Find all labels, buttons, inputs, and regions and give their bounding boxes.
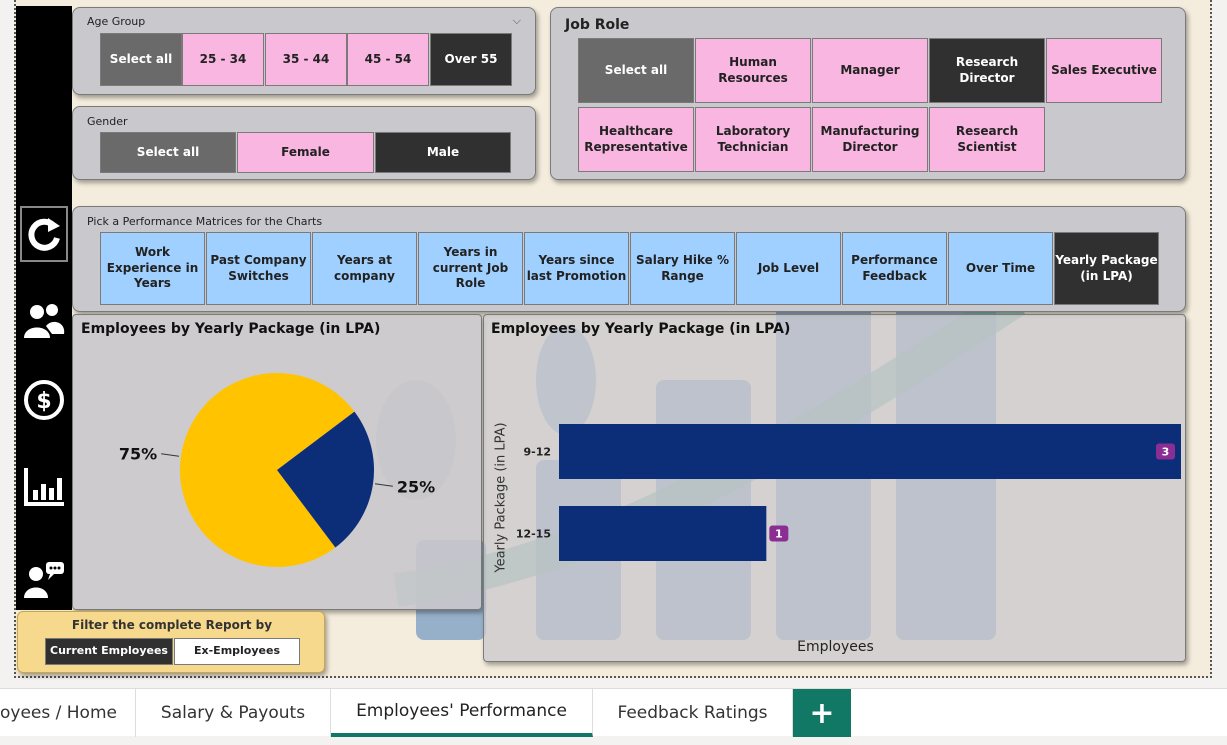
metric-over-time[interactable]: Over Time: [948, 232, 1053, 305]
tab-salary-payouts[interactable]: Salary & Payouts: [136, 689, 331, 737]
age-option-select-all[interactable]: Select all: [100, 33, 182, 86]
left-nav-bar: $: [16, 6, 72, 610]
performance-chart-icon[interactable]: [20, 458, 68, 514]
metric-past-company-switches[interactable]: Past Company Switches: [206, 232, 311, 305]
feedback-icon[interactable]: [20, 550, 68, 606]
tab-employees-home[interactable]: oyees / Home: [0, 689, 136, 737]
job-role-slicer: Job Role Select all Human Resources Mana…: [550, 7, 1186, 180]
bar-value-label-1: 1: [775, 528, 783, 541]
pie-label-0: 75%: [119, 445, 157, 464]
job-option-manager[interactable]: Manager: [812, 38, 928, 103]
refresh-icon[interactable]: [20, 206, 68, 262]
bar-x-axis-label: Employees: [797, 639, 874, 655]
job-option-human-resources[interactable]: Human Resources: [695, 38, 811, 103]
add-page-button[interactable]: +: [793, 689, 851, 737]
pie-leader-line-0: [161, 453, 180, 457]
job-option-research-director[interactable]: Research Director: [929, 38, 1045, 103]
job-option-sales-executive[interactable]: Sales Executive: [1046, 38, 1162, 103]
gender-option-female[interactable]: Female: [237, 132, 374, 173]
metric-years-at-company[interactable]: Years at company: [312, 232, 417, 305]
metrics-selector: Pick a Performance Matrices for the Char…: [72, 206, 1186, 312]
metric-job-level[interactable]: Job Level: [736, 232, 841, 305]
bar-1[interactable]: [559, 506, 767, 561]
job-option-laboratory-technician[interactable]: Laboratory Technician: [695, 107, 811, 172]
metric-years-in-role[interactable]: Years in current Job Role: [418, 232, 523, 305]
job-option-research-scientist[interactable]: Research Scientist: [929, 107, 1045, 172]
chevron-down-icon[interactable]: ⌵: [513, 14, 521, 28]
pie-label-1: 25%: [397, 477, 435, 496]
metric-salary-hike[interactable]: Salary Hike % Range: [630, 232, 735, 305]
gender-option-male[interactable]: Male: [375, 132, 511, 173]
metric-performance-feedback[interactable]: Performance Feedback: [842, 232, 947, 305]
metrics-title: Pick a Performance Matrices for the Char…: [87, 215, 323, 228]
bar-category-label-0: 9-12: [523, 446, 551, 459]
tab-feedback-ratings[interactable]: Feedback Ratings: [593, 689, 793, 737]
bar-value-label-0: 3: [1162, 446, 1170, 459]
filter-ex-employees[interactable]: Ex-Employees: [174, 638, 300, 665]
gender-title: Gender: [87, 115, 128, 128]
svg-text:$: $: [36, 389, 51, 414]
bar-chart-panel: Employees by Yearly Package (in LPA) 9-1…: [483, 314, 1186, 662]
employees-icon[interactable]: [20, 292, 68, 348]
job-option-select-all[interactable]: Select all: [578, 38, 694, 103]
job-option-healthcare-representative[interactable]: Healthcare Representative: [578, 107, 694, 172]
filter-current-employees[interactable]: Current Employees: [45, 638, 173, 665]
page-tab-bar: oyees / Home Salary & Payouts Employees'…: [0, 688, 1227, 737]
age-group-slicer: Age Group ⌵ Select all 25 - 34 35 - 44 4…: [72, 7, 536, 95]
pie-chart: 75% 25%: [119, 373, 435, 567]
age-option-35-44[interactable]: 35 - 44: [265, 33, 347, 86]
age-group-title: Age Group: [87, 15, 146, 28]
tab-employees-performance[interactable]: Employees' Performance: [331, 689, 593, 737]
age-option-over-55[interactable]: Over 55: [430, 33, 512, 86]
report-filter: Filter the complete Report by Current Em…: [17, 611, 325, 673]
job-option-manufacturing-director[interactable]: Manufacturing Director: [812, 107, 928, 172]
metric-work-experience[interactable]: Work Experience in Years: [100, 232, 205, 305]
bar-0[interactable]: [559, 424, 1181, 479]
metric-yearly-package[interactable]: Yearly Package (in LPA): [1054, 232, 1159, 305]
pie-leader-line-1: [374, 483, 393, 487]
gender-option-select-all[interactable]: Select all: [100, 132, 236, 173]
gender-slicer: Gender Select all Female Male: [72, 106, 536, 180]
pie-chart-panel: Employees by Yearly Package (in LPA) 75%…: [72, 314, 482, 610]
report-filter-title: Filter the complete Report by: [71, 618, 273, 632]
metric-years-since-promotion[interactable]: Years since last Promotion: [524, 232, 629, 305]
salary-icon[interactable]: $: [20, 372, 68, 428]
job-role-title: Job Role: [565, 17, 630, 33]
age-option-25-34[interactable]: 25 - 34: [182, 33, 264, 86]
bar-chart: 9-12 3 12-15 1: [516, 424, 1181, 561]
age-option-45-54[interactable]: 45 - 54: [347, 33, 429, 86]
bar-y-axis-label: Yearly Package (in LPA): [493, 422, 509, 573]
bar-category-label-1: 12-15: [516, 528, 551, 541]
